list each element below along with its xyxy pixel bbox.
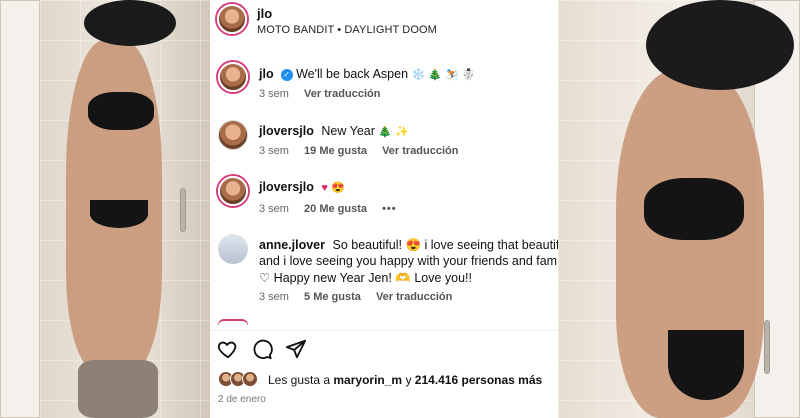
garment-top (644, 178, 744, 240)
avatar[interactable] (218, 234, 248, 264)
left-photo (0, 0, 210, 418)
cowboy-hat (84, 0, 176, 46)
comment-username[interactable]: jloversjlo (259, 124, 314, 138)
comment-username[interactable]: anne.jlover (259, 238, 325, 252)
comment-time: 3 sem (259, 145, 289, 157)
translate-link[interactable]: Ver traducción (382, 145, 458, 157)
translate-link[interactable]: Ver traducción (304, 88, 380, 100)
comment-bubble-icon[interactable] (251, 338, 273, 360)
cowboy-hat (646, 0, 794, 90)
likes-count[interactable]: 214.416 personas más (415, 373, 542, 387)
door-handle (180, 188, 186, 232)
post-header: jlo MOTO BANDIT • DAYLIGHT DOOM (210, 0, 558, 50)
comment-text: New Year (321, 124, 375, 138)
comment-likes[interactable]: 19 Me gusta (304, 145, 367, 157)
comment-username[interactable]: jloversjlo (259, 180, 314, 194)
comment-emojis: ❄️ 🎄 ⛷️ ☃️ (411, 69, 476, 81)
liker-username[interactable]: maryorin_m (333, 373, 402, 387)
garment-top (88, 92, 154, 130)
likes-connector: y (405, 373, 412, 387)
translate-link[interactable]: Ver traducción (376, 291, 452, 303)
music-label[interactable]: MOTO BANDIT • DAYLIGHT DOOM (257, 24, 437, 36)
comment-text: We'll be back Aspen (296, 67, 409, 81)
door-handle (764, 320, 770, 374)
comment-time: 3 sem (259, 291, 289, 303)
comment-emojis: ♥ 😍 (321, 182, 345, 194)
comment-emojis: 🎄 ✨ (378, 126, 409, 138)
avatar[interactable] (218, 176, 248, 206)
post-username[interactable]: jlo (257, 6, 272, 21)
avatar (218, 321, 248, 327)
heart-outline-icon[interactable] (217, 338, 239, 360)
comment-likes[interactable]: 20 Me gusta (304, 203, 367, 215)
likes-prefix: Les gusta a (268, 373, 331, 387)
instagram-post-panel: jlo MOTO BANDIT • DAYLIGHT DOOM jlo ✓ We'… (210, 0, 558, 418)
more-options-icon[interactable]: ••• (382, 203, 397, 215)
verified-badge-icon: ✓ (280, 69, 293, 81)
comment-text: So beautiful! 😍 i love seeing that beaut… (332, 238, 558, 252)
comment-time: 3 sem (259, 88, 289, 100)
avatar[interactable] (217, 4, 247, 34)
fur-boots (78, 360, 158, 418)
comment-time: 3 sem (259, 203, 289, 215)
post-date: 2 de enero (218, 394, 266, 405)
liker-avatar (242, 371, 258, 387)
send-paper-plane-icon[interactable] (285, 338, 307, 360)
comment-text-line: and i love seeing you happy with your fr… (259, 254, 558, 268)
avatar[interactable] (218, 120, 248, 150)
door (0, 0, 40, 418)
right-photo (558, 0, 800, 418)
garment-bottom (668, 330, 744, 400)
comment-text-line: ♡ Happy new Year Jen! 🫶 Love you!! (259, 271, 473, 285)
comment-likes[interactable]: 5 Me gusta (304, 291, 361, 303)
avatar[interactable] (218, 62, 248, 92)
garment-bottom (90, 200, 148, 228)
comment-username[interactable]: jlo (259, 67, 274, 81)
action-bar (210, 330, 558, 364)
